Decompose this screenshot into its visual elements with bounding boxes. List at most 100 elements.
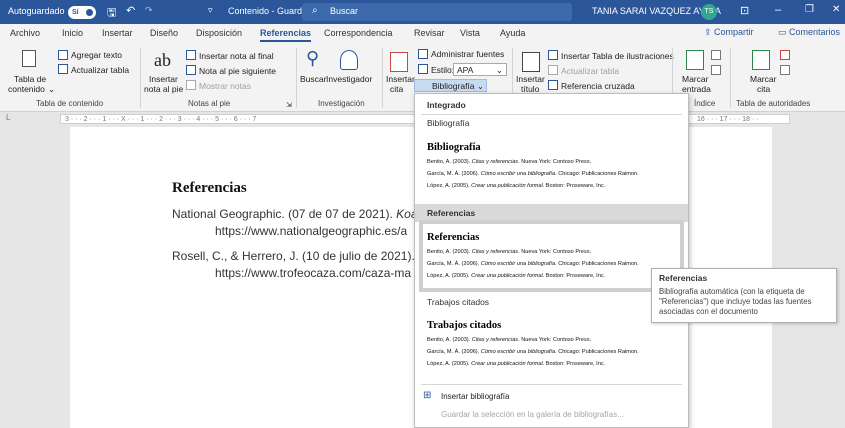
preview-title: Referencias <box>427 232 480 243</box>
menu-item-referencias-preview[interactable]: Referencias Benito, A. (2003). Citas y r… <box>427 232 679 282</box>
comment-icon: ▭ <box>778 27 790 37</box>
tab-selector[interactable]: L <box>6 113 10 122</box>
save-icon[interactable]: 🖫 <box>107 4 116 23</box>
ruler-ticks-right: 16 · · · 17 · · · 18 · · <box>697 116 759 123</box>
style-label: Estilo: <box>431 65 455 75</box>
reference-1-url[interactable]: https://www.nationalgeographic.es/a <box>215 224 407 238</box>
update-index-icon <box>711 65 721 75</box>
update-table-figures-button[interactable]: Actualizar tabla <box>561 66 619 76</box>
horizontal-ruler-right[interactable]: 16 · · · 17 · · · 18 · · <box>680 114 790 124</box>
autosave-toggle[interactable]: Sí <box>68 6 96 19</box>
menu-item-bibliografia-label[interactable]: Bibliografía <box>427 118 470 128</box>
share-button[interactable]: ⇪ Compartir <box>704 27 754 38</box>
tab-disposicion[interactable]: Disposición <box>196 28 242 38</box>
save-to-gallery-button[interactable]: Guardar la selección en la galería de bi… <box>441 410 624 419</box>
preview-entry: Benito, A. (2003). Citas y referencias. … <box>427 159 592 165</box>
insert-table-of-figures-button[interactable]: Insertar Tabla de ilustraciones <box>561 51 674 61</box>
section-builtin: Integrado <box>427 100 466 110</box>
search-input[interactable]: Buscar <box>330 6 358 16</box>
reference-2[interactable]: Rosell, C., & Herrero, J. (10 de julio d… <box>172 249 424 263</box>
endnote-icon <box>186 50 196 60</box>
horizontal-ruler[interactable]: 3 · · · 2 · · · 1 · · · X · · · 1 · · · … <box>60 114 415 124</box>
bibliography-button[interactable]: Bibliografía ⌄ <box>414 79 487 92</box>
menu-item-trabajos-label[interactable]: Trabajos citados <box>427 297 489 307</box>
tab-referencias[interactable]: Referencias <box>260 28 312 42</box>
insert-endnote-button[interactable]: Insertar nota al final <box>199 51 274 61</box>
tab-insertar[interactable]: Insertar <box>102 28 133 38</box>
avatar[interactable]: TS <box>701 4 717 20</box>
tab-diseno[interactable]: Diseño <box>150 28 178 38</box>
insert-citation-button[interactable]: Insertar <box>386 74 415 84</box>
group-authorities: Tabla de autoridades <box>736 99 811 108</box>
update-table-button[interactable]: Actualizar tabla <box>71 65 129 75</box>
add-text-button[interactable]: Agregar texto <box>71 50 122 60</box>
restore-icon[interactable]: ❐ <box>805 4 814 15</box>
mark-entry-button[interactable]: Marcar <box>682 74 708 84</box>
page-title[interactable]: Referencias <box>172 180 247 197</box>
reference-1[interactable]: National Geographic. (07 de 07 de 2021).… <box>172 207 420 221</box>
insert-footnote-label[interactable]: nota al pie <box>144 84 183 94</box>
share-icon: ⇪ <box>704 27 715 37</box>
undo-icon[interactable]: ↶ <box>126 4 135 17</box>
researcher-button[interactable]: Investigador <box>326 74 372 84</box>
mark-citation-button[interactable]: Marcar <box>750 74 776 84</box>
insert-bibliography-button[interactable]: Insertar bibliografía <box>441 392 509 401</box>
tab-revisar[interactable]: Revisar <box>414 28 445 38</box>
tab-inicio[interactable]: Inicio <box>62 28 83 38</box>
cross-reference-button[interactable]: Referencia cruzada <box>561 81 635 91</box>
style-dropdown[interactable]: APA ⌄ <box>453 63 507 76</box>
tab-archivo[interactable]: Archivo <box>10 28 40 38</box>
autosave-label: Autoguardado <box>8 6 65 16</box>
dialog-launcher-icon[interactable]: ⇲ <box>286 101 292 111</box>
chevron-down-icon[interactable]: ⌄ <box>48 84 55 94</box>
tab-vista[interactable]: Vista <box>460 28 480 38</box>
next-footnote-button[interactable]: Nota al pie siguiente <box>199 66 276 76</box>
group-notes: Notas al pie <box>188 99 231 108</box>
toc-button-label[interactable]: contenido <box>8 84 45 94</box>
preview-entry: Benito, A. (2003). Citas y referencias. … <box>427 249 592 255</box>
minimize-icon[interactable]: – <box>775 4 781 16</box>
reference-2-url[interactable]: https://www.trofeocaza.com/caza-ma <box>215 266 411 280</box>
insert-caption-button[interactable]: Insertar <box>516 74 545 84</box>
menu-item-trabajos-citados[interactable]: Trabajos citados Benito, A. (2003). Cita… <box>427 320 679 370</box>
customize-toolbar-icon[interactable]: ▿ <box>208 5 213 16</box>
insert-citation-label[interactable]: cita <box>390 84 403 94</box>
mark-citation-icon <box>752 50 770 70</box>
search-icon: ⌕ <box>312 5 318 16</box>
table-of-figures-icon <box>548 50 558 60</box>
tab-correspondencia[interactable]: Correspondencia <box>324 28 393 38</box>
redo-icon[interactable]: ↷ <box>145 5 153 16</box>
researcher-icon <box>340 50 358 70</box>
ribbon-display-options-icon[interactable]: ⊡ <box>740 4 749 17</box>
insert-bibliography-icon: ⊞ <box>423 390 432 401</box>
style-icon <box>418 64 428 74</box>
search-button[interactable]: Buscar <box>300 74 326 84</box>
show-notes-icon <box>186 80 196 90</box>
tab-ayuda[interactable]: Ayuda <box>500 28 525 38</box>
menu-item-referencias-label[interactable]: Referencias <box>427 208 475 218</box>
close-icon[interactable]: ✕ <box>832 4 840 15</box>
menu-item-bibliografia[interactable]: Bibliografía Benito, A. (2003). Citas y … <box>427 142 679 192</box>
chevron-down-icon: ⌄ <box>495 65 503 75</box>
preview-entry: López, A. (2005). Crear una publicación … <box>427 361 606 367</box>
ribbon-tabs: Archivo Inicio Insertar Diseño Disposici… <box>0 24 845 44</box>
mark-citation-label[interactable]: cita <box>757 84 770 94</box>
update-table-icon <box>548 65 558 75</box>
footnote-icon: ab <box>154 50 171 70</box>
preview-title: Bibliografía <box>427 142 481 153</box>
ruler-ticks: 3 · · · 2 · · · 1 · · · X · · · 1 · · · … <box>65 116 257 123</box>
manage-sources-button[interactable]: Administrar fuentes <box>431 49 504 59</box>
insert-index-icon <box>711 50 721 60</box>
search-box[interactable]: ⌕ Buscar <box>302 3 572 21</box>
insert-table-of-authorities-icon <box>780 50 790 60</box>
search-icon: ⚲ <box>306 48 320 68</box>
toc-button[interactable]: Tabla de <box>14 74 46 84</box>
insert-caption-icon <box>522 52 540 72</box>
comments-button[interactable]: ▭ Comentarios <box>778 27 840 38</box>
insert-footnote-button[interactable]: Insertar <box>149 74 178 84</box>
title-bar: Autoguardado Sí 🖫 ↶ ↷ ▿ Contenido - Guar… <box>0 0 845 24</box>
update-table-icon <box>58 64 68 74</box>
bibliography-dropdown: Integrado Bibliografía Bibliografía Beni… <box>414 93 689 428</box>
preview-entry: García, M. Á. (2006). Cómo escribir una … <box>427 171 639 177</box>
show-notes-button[interactable]: Mostrar notas <box>199 81 251 91</box>
